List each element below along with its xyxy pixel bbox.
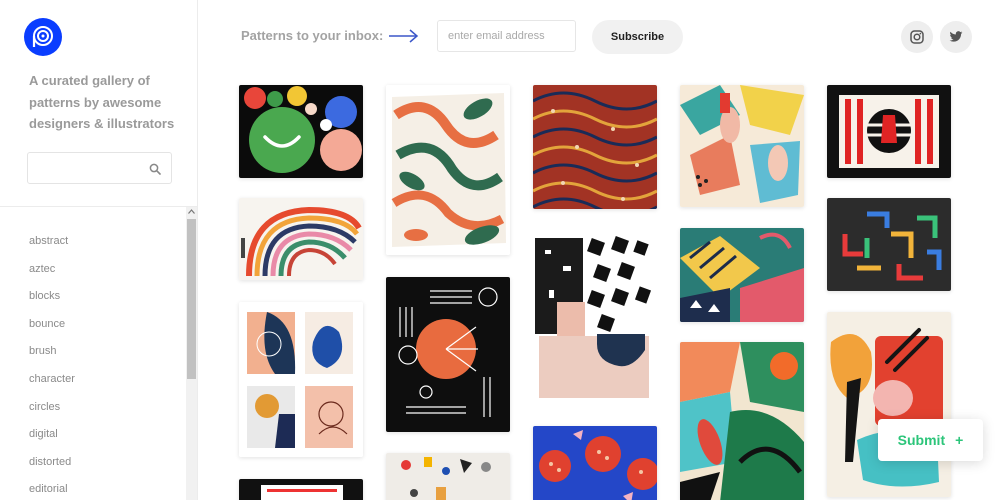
sidebar-search: [27, 152, 172, 184]
pattern-card-tropical[interactable]: [680, 342, 804, 500]
pattern-card-memphis-teal[interactable]: [680, 228, 804, 322]
twitter-button[interactable]: [940, 21, 972, 53]
scrollbar-thumb[interactable]: [187, 219, 196, 379]
pattern-thumbnail: [239, 302, 363, 457]
twitter-icon: [949, 31, 963, 42]
arrow-right-icon: [389, 28, 419, 49]
pattern-thumbnail: [239, 85, 363, 178]
tag-item-digital[interactable]: digital: [29, 421, 75, 449]
sidebar-divider: [0, 206, 197, 207]
instagram-icon: [910, 30, 924, 44]
pattern-thumbnail: [386, 85, 510, 255]
p-spiral-logo-icon: [32, 26, 53, 47]
pattern-card-dark-poster[interactable]: [239, 479, 363, 500]
pattern-card-rainbow-brush[interactable]: [239, 198, 363, 280]
tag-item-abstract[interactable]: abstract: [29, 228, 75, 256]
pattern-thumbnail: [680, 342, 804, 500]
pattern-thumbnail: [533, 426, 657, 500]
submit-button[interactable]: Submit +: [878, 419, 983, 461]
pattern-card-abstract-paint[interactable]: [827, 312, 951, 497]
pattern-card-leaves[interactable]: [386, 85, 510, 255]
pattern-thumbnail: [239, 198, 363, 280]
plus-icon: +: [955, 432, 964, 448]
pattern-thumbnail: [533, 85, 657, 209]
pattern-thumbnail: [386, 453, 510, 500]
sidebar-scrollbar[interactable]: [186, 207, 197, 500]
pattern-card-faces[interactable]: [239, 302, 363, 457]
pattern-thumbnail: [680, 85, 804, 207]
subscribe-button[interactable]: Subscribe: [592, 20, 683, 54]
tag-item-circles[interactable]: circles: [29, 394, 75, 422]
sidebar-search-input[interactable]: [28, 153, 138, 183]
sidebar: A curated gallery of patterns by awesome…: [0, 0, 198, 500]
newsletter-email-input[interactable]: [437, 20, 576, 52]
pattern-card-geometric-lines[interactable]: [386, 277, 510, 432]
tag-list: abstract aztec blocks bounce brush chara…: [29, 228, 75, 500]
scroll-up-arrow-icon[interactable]: [186, 209, 197, 219]
tag-item-brush[interactable]: brush: [29, 338, 75, 366]
tag-item-bounce[interactable]: bounce: [29, 311, 75, 339]
pattern-card-aztec[interactable]: [533, 85, 657, 209]
tag-item-blocks[interactable]: blocks: [29, 283, 75, 311]
pattern-card-collage-people[interactable]: [680, 85, 804, 207]
pattern-thumbnail: [827, 198, 951, 291]
pattern-card-confetti[interactable]: [386, 453, 510, 500]
pattern-card-stripes-circle[interactable]: [827, 85, 951, 178]
search-icon[interactable]: [149, 162, 161, 180]
submit-label: Submit: [897, 432, 946, 448]
instagram-button[interactable]: [901, 21, 933, 53]
pattern-card-ink-blocks[interactable]: [533, 230, 657, 400]
tag-item-editorial[interactable]: editorial: [29, 476, 75, 500]
tag-item-aztec[interactable]: aztec: [29, 256, 75, 284]
pattern-card-bubbles[interactable]: [239, 85, 363, 178]
pattern-thumbnail: [533, 230, 657, 400]
tag-item-character[interactable]: character: [29, 366, 75, 394]
newsletter-label: Patterns to your inbox:: [241, 28, 384, 43]
site-logo[interactable]: [24, 18, 62, 56]
pattern-thumbnail: [239, 479, 363, 500]
tag-item-distorted[interactable]: distorted: [29, 449, 75, 477]
pattern-thumbnail: [827, 85, 951, 178]
pattern-thumbnail: [827, 312, 951, 497]
pattern-card-maze-shapes[interactable]: [827, 198, 951, 291]
pattern-thumbnail: [386, 277, 510, 432]
pattern-thumbnail: [680, 228, 804, 322]
pattern-card-pomegranates[interactable]: [533, 426, 657, 500]
site-tagline: A curated gallery of patterns by awesome…: [29, 73, 175, 131]
